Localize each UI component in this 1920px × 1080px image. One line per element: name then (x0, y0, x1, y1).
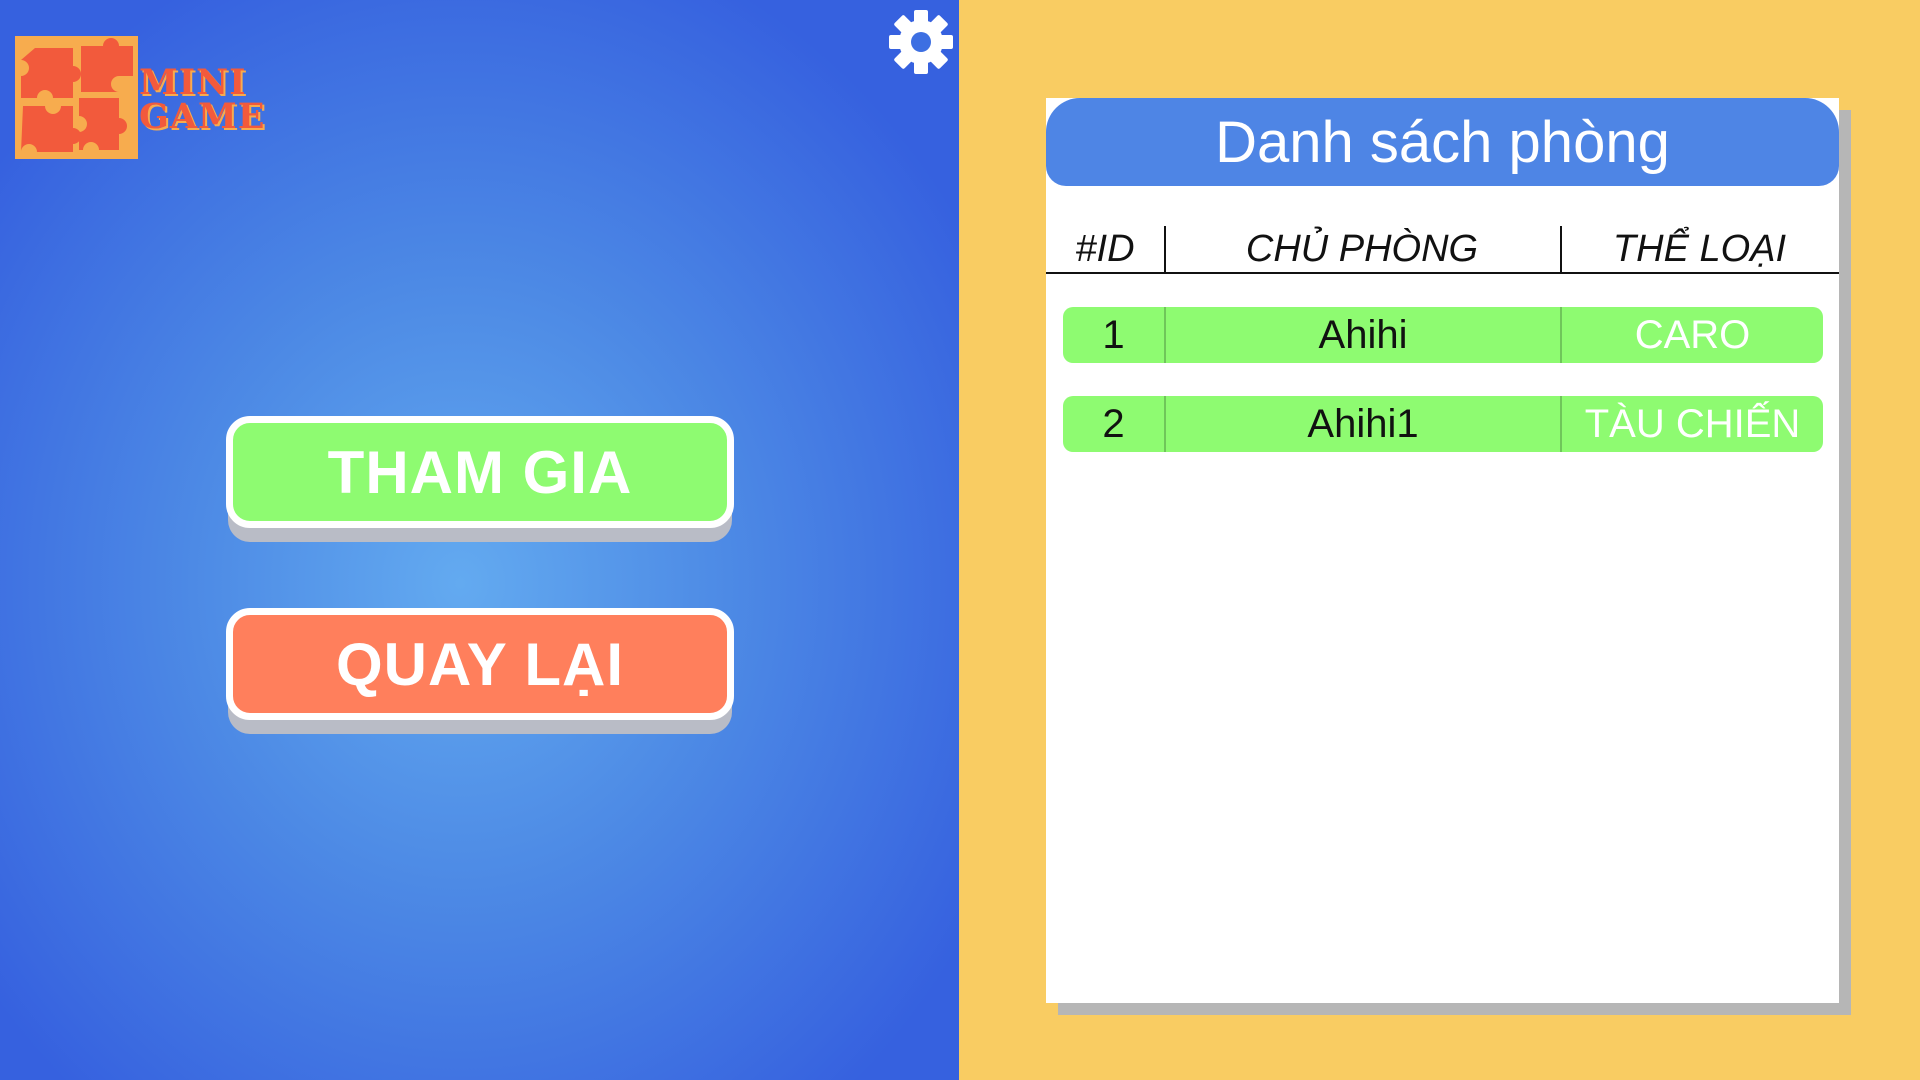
header-divider (1560, 226, 1562, 272)
room-list-title: Danh sách phòng (1046, 98, 1839, 186)
join-button-label: THAM GIA (327, 438, 633, 506)
puzzle-icon (15, 36, 138, 159)
gear-icon[interactable] (886, 7, 956, 77)
column-header-owner: CHỦ PHÒNG (1245, 227, 1479, 270)
table-row[interactable]: 2 Ahihi1 TÀU CHIẾN (1063, 396, 1823, 452)
lobby-panel: MINI GAME THAM GIA QUAY LẠI (0, 0, 959, 1080)
back-button[interactable]: QUAY LẠI (226, 608, 734, 720)
room-id: 1 (1102, 312, 1125, 357)
room-owner: Ahihi (1318, 312, 1408, 357)
table-row[interactable]: 1 Ahihi CARO (1063, 307, 1823, 363)
game-screen: MINI GAME THAM GIA QUAY LẠI Danh sách ph… (0, 0, 1920, 1080)
column-header-id: #ID (1075, 227, 1135, 270)
logo-line-1: MINI (139, 62, 247, 103)
column-header-category: THỂ LOẠI (1612, 227, 1787, 270)
logo-text: MINI GAME (139, 62, 266, 137)
room-category: TÀU CHIẾN (1584, 401, 1801, 446)
room-list-card: Danh sách phòng #ID CHỦ PHÒNG THỂ LOẠI 1… (1046, 98, 1839, 1003)
mini-game-logo: MINI GAME (15, 36, 290, 160)
room-id: 2 (1102, 401, 1125, 446)
logo-line-2: GAME (139, 96, 266, 137)
room-owner: Ahihi1 (1307, 401, 1419, 446)
back-button-label: QUAY LẠI (335, 630, 625, 698)
header-divider (1164, 226, 1166, 272)
join-button[interactable]: THAM GIA (226, 416, 734, 528)
room-category: CARO (1634, 312, 1751, 357)
